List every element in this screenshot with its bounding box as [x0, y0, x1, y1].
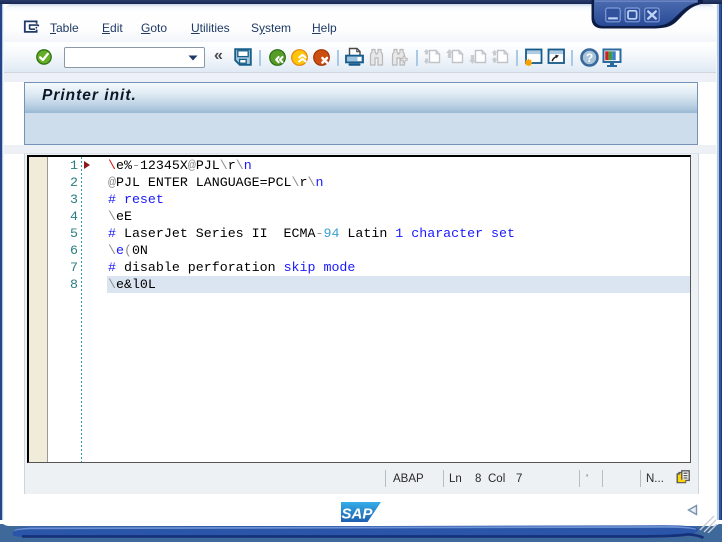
- svg-text:SAP: SAP: [342, 505, 374, 522]
- svg-text:?: ?: [586, 51, 593, 65]
